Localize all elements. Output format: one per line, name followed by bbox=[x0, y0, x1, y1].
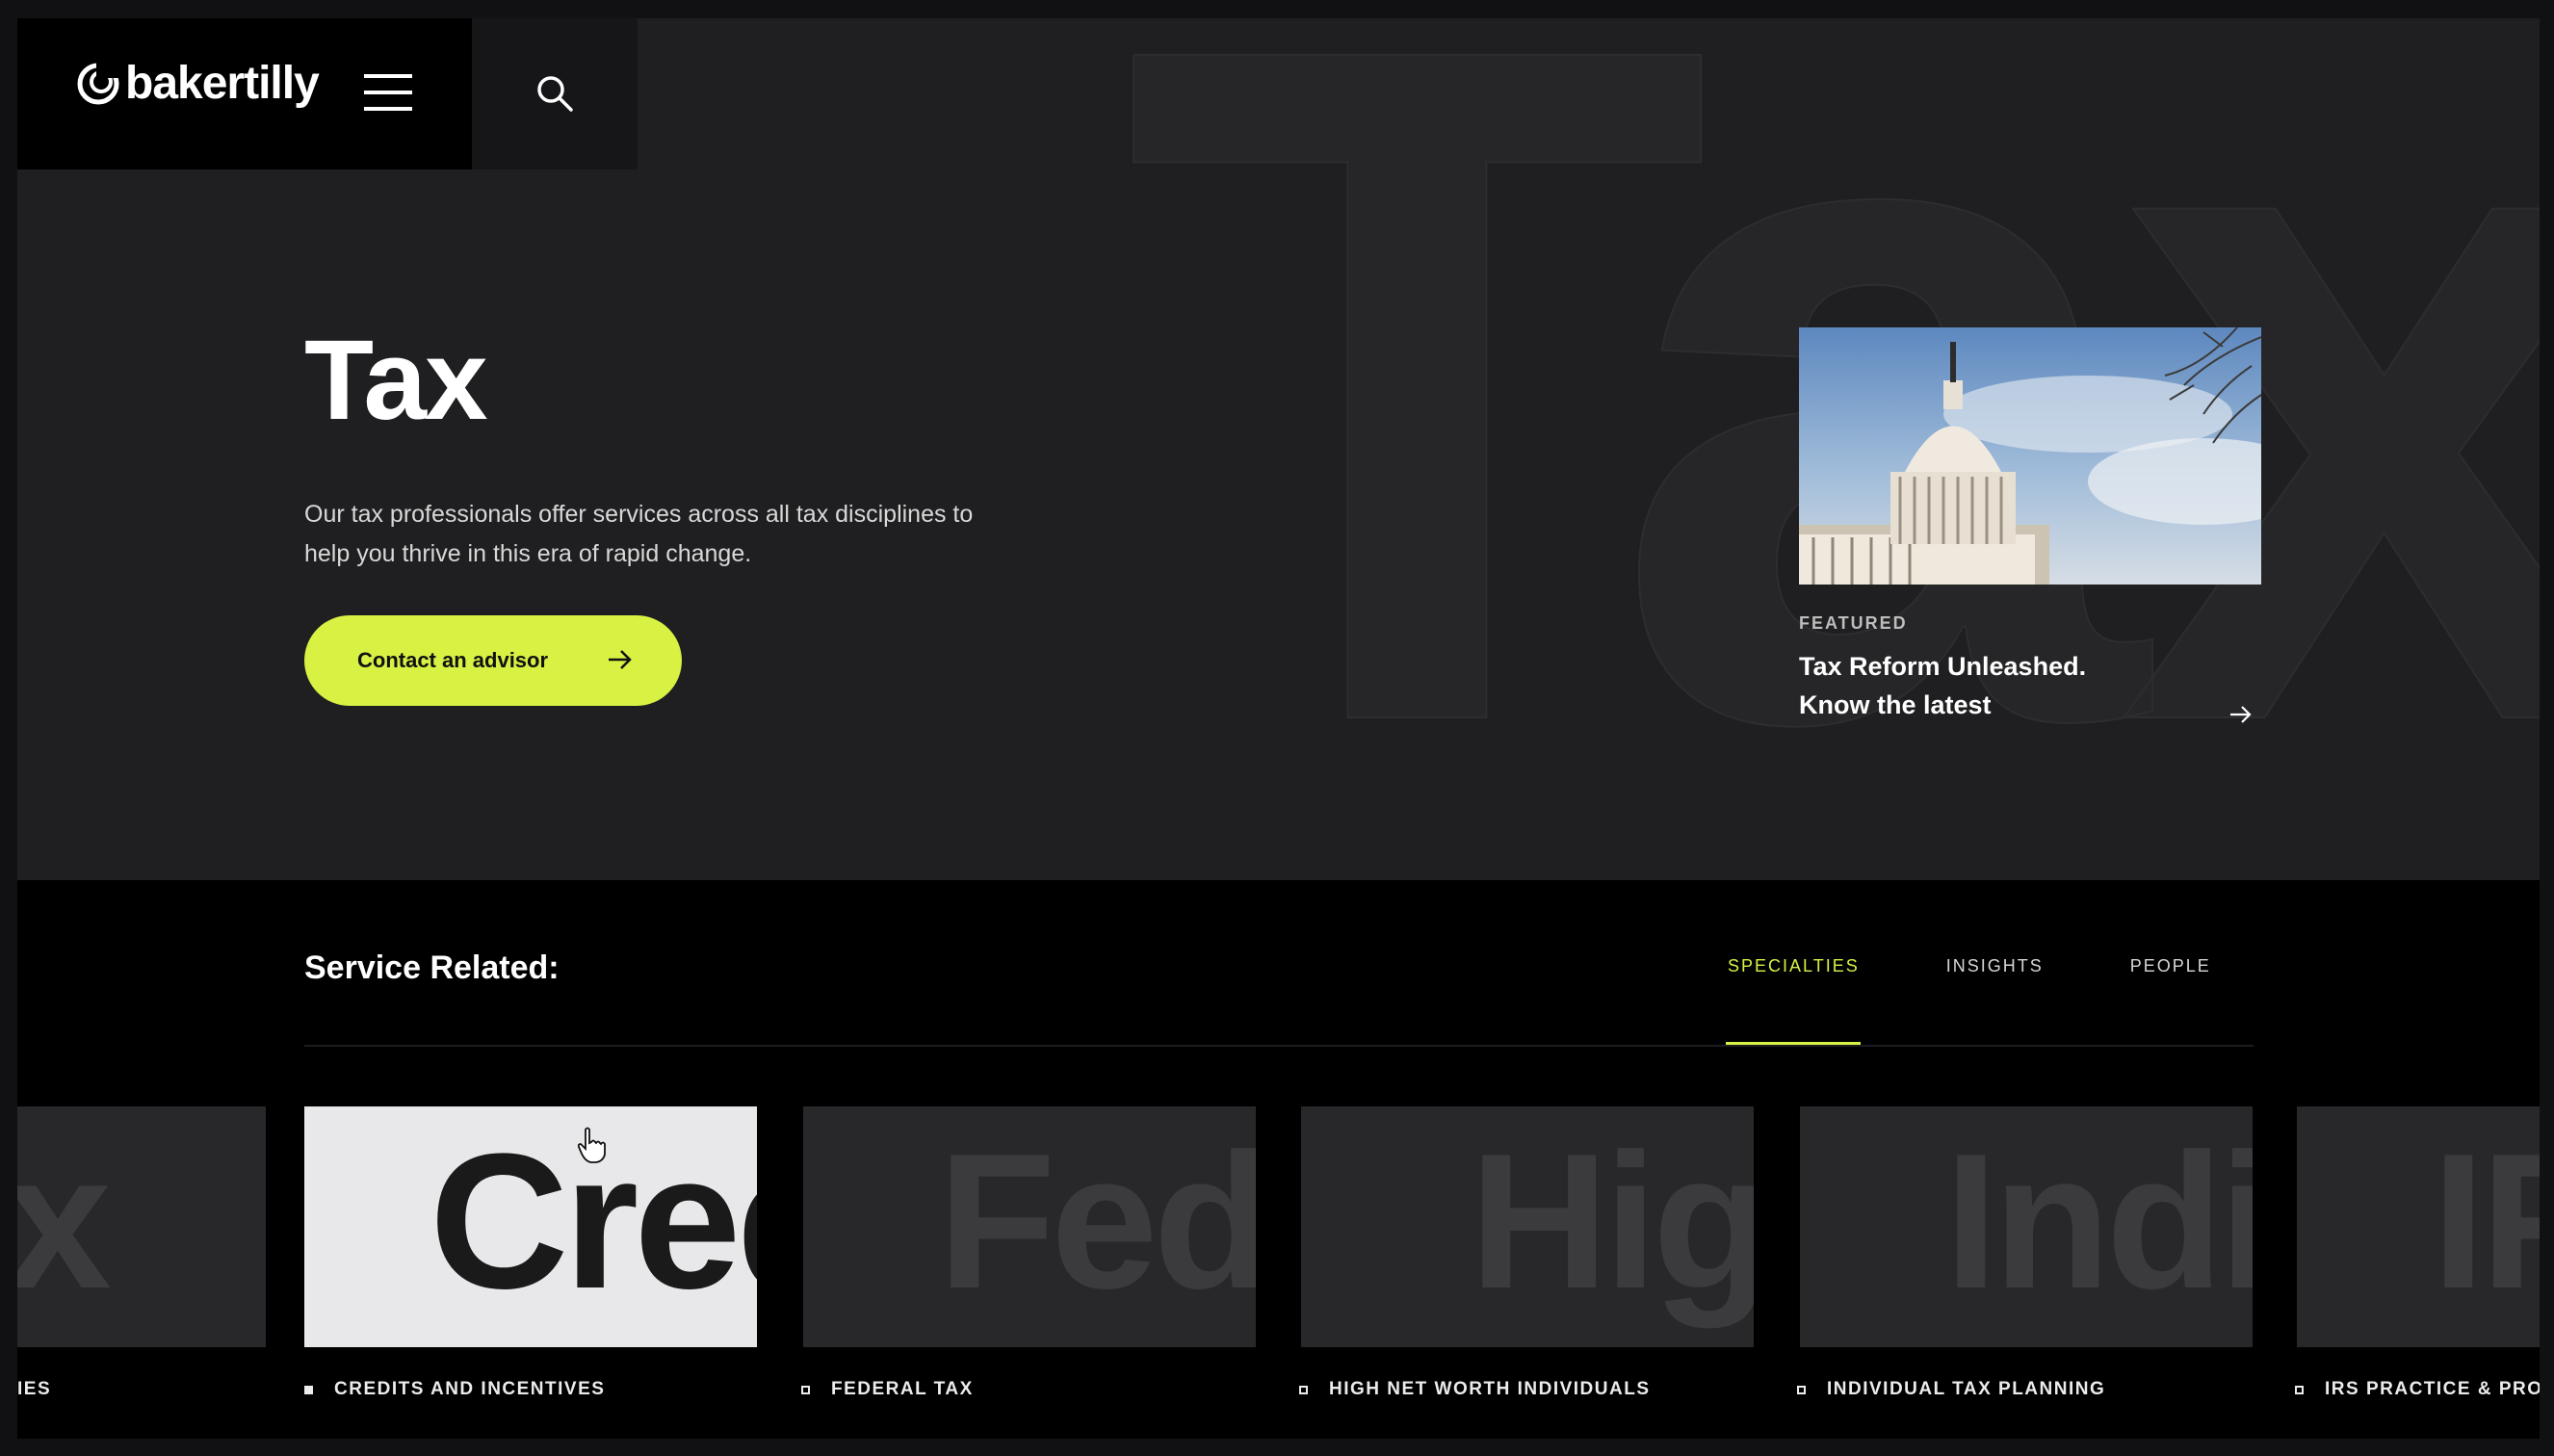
card-label-text: CREDITS AND INCENTIVES bbox=[334, 1379, 606, 1399]
bullet-icon bbox=[2295, 1385, 2304, 1394]
logo-swirl-icon bbox=[77, 62, 119, 104]
logo-text: bakertilly bbox=[125, 58, 320, 109]
page-title: Tax bbox=[304, 317, 488, 444]
section-title: Service Related: bbox=[304, 949, 560, 986]
logo[interactable]: bakertilly bbox=[77, 57, 320, 110]
hand-cursor-icon bbox=[577, 1127, 606, 1163]
tab-specialties[interactable]: SPECIALTIES bbox=[1728, 956, 1860, 976]
service-card-label[interactable]: CREDITS AND INCENTIVES bbox=[304, 1379, 605, 1400]
service-card[interactable]: Fed bbox=[803, 1106, 1256, 1347]
bullet-icon bbox=[801, 1385, 810, 1394]
service-card[interactable]: Hig bbox=[1301, 1106, 1754, 1347]
hero-section: Tax bakertilly Tax Our tax professionals… bbox=[17, 18, 2540, 880]
bullet-icon bbox=[1797, 1385, 1806, 1394]
featured-title[interactable]: Tax Reform Unleashed. Know the latest bbox=[1799, 647, 2184, 724]
card-label-text: IES bbox=[17, 1379, 52, 1399]
service-card[interactable]: Indi bbox=[1800, 1106, 2253, 1347]
featured-card[interactable]: FEATURED Tax Reform Unleashed. Know the … bbox=[1799, 327, 2261, 724]
capitol-building-image bbox=[1799, 327, 2261, 585]
service-card[interactable]: Tax bbox=[17, 1106, 266, 1347]
related-tabs: SPECIALTIES INSIGHTS PEOPLE bbox=[1728, 956, 2298, 976]
card-label-text: HIGH NET WORTH INDIVIDUALS bbox=[1329, 1379, 1651, 1399]
bullet-icon bbox=[1299, 1385, 1308, 1394]
tab-people[interactable]: PEOPLE bbox=[2130, 956, 2211, 976]
featured-title-line2: Know the latest bbox=[1799, 690, 1992, 719]
hero-description: Our tax professionals offer services acr… bbox=[304, 501, 974, 567]
card-label-text: INDIVIDUAL TAX PLANNING bbox=[1827, 1379, 2106, 1399]
search-icon bbox=[537, 76, 573, 112]
service-card[interactable]: IF bbox=[2297, 1106, 2540, 1347]
contact-advisor-button[interactable]: Contact an advisor bbox=[304, 615, 682, 706]
service-card-label[interactable]: IRS PRACTICE & PROC bbox=[2295, 1379, 2540, 1400]
service-card-label[interactable]: INDIVIDUAL TAX PLANNING bbox=[1797, 1379, 2105, 1400]
card-word: IF bbox=[2432, 1114, 2540, 1329]
service-card[interactable]: Cred bbox=[304, 1106, 757, 1347]
featured-label: FEATURED bbox=[1799, 613, 1908, 633]
arrow-right-icon bbox=[609, 650, 632, 669]
tab-insights[interactable]: INSIGHTS bbox=[1946, 956, 2044, 976]
page-frame: Tax bakertilly Tax Our tax professionals… bbox=[17, 18, 2540, 1439]
card-word: Indi bbox=[1944, 1114, 2253, 1329]
featured-arrow-icon[interactable] bbox=[2228, 703, 2254, 726]
search-button[interactable] bbox=[472, 18, 638, 169]
card-word: Fed bbox=[938, 1114, 1256, 1329]
service-card-label[interactable]: IES bbox=[17, 1379, 51, 1400]
top-nav: bakertilly bbox=[17, 18, 472, 169]
bullet-icon bbox=[304, 1385, 313, 1394]
service-card-label[interactable]: HIGH NET WORTH INDIVIDUALS bbox=[1299, 1379, 1651, 1400]
card-word: Hig bbox=[1470, 1114, 1754, 1329]
section-divider bbox=[304, 1045, 2254, 1047]
card-label-text: IRS PRACTICE & PROC bbox=[2325, 1379, 2540, 1399]
card-word: Tax bbox=[17, 1114, 112, 1329]
hamburger-menu-icon[interactable] bbox=[364, 74, 412, 113]
service-card-label[interactable]: FEDERAL TAX bbox=[801, 1379, 974, 1400]
contact-advisor-label: Contact an advisor bbox=[357, 648, 549, 672]
featured-title-line1: Tax Reform Unleashed. bbox=[1799, 652, 2087, 681]
card-label-text: FEDERAL TAX bbox=[831, 1379, 974, 1399]
